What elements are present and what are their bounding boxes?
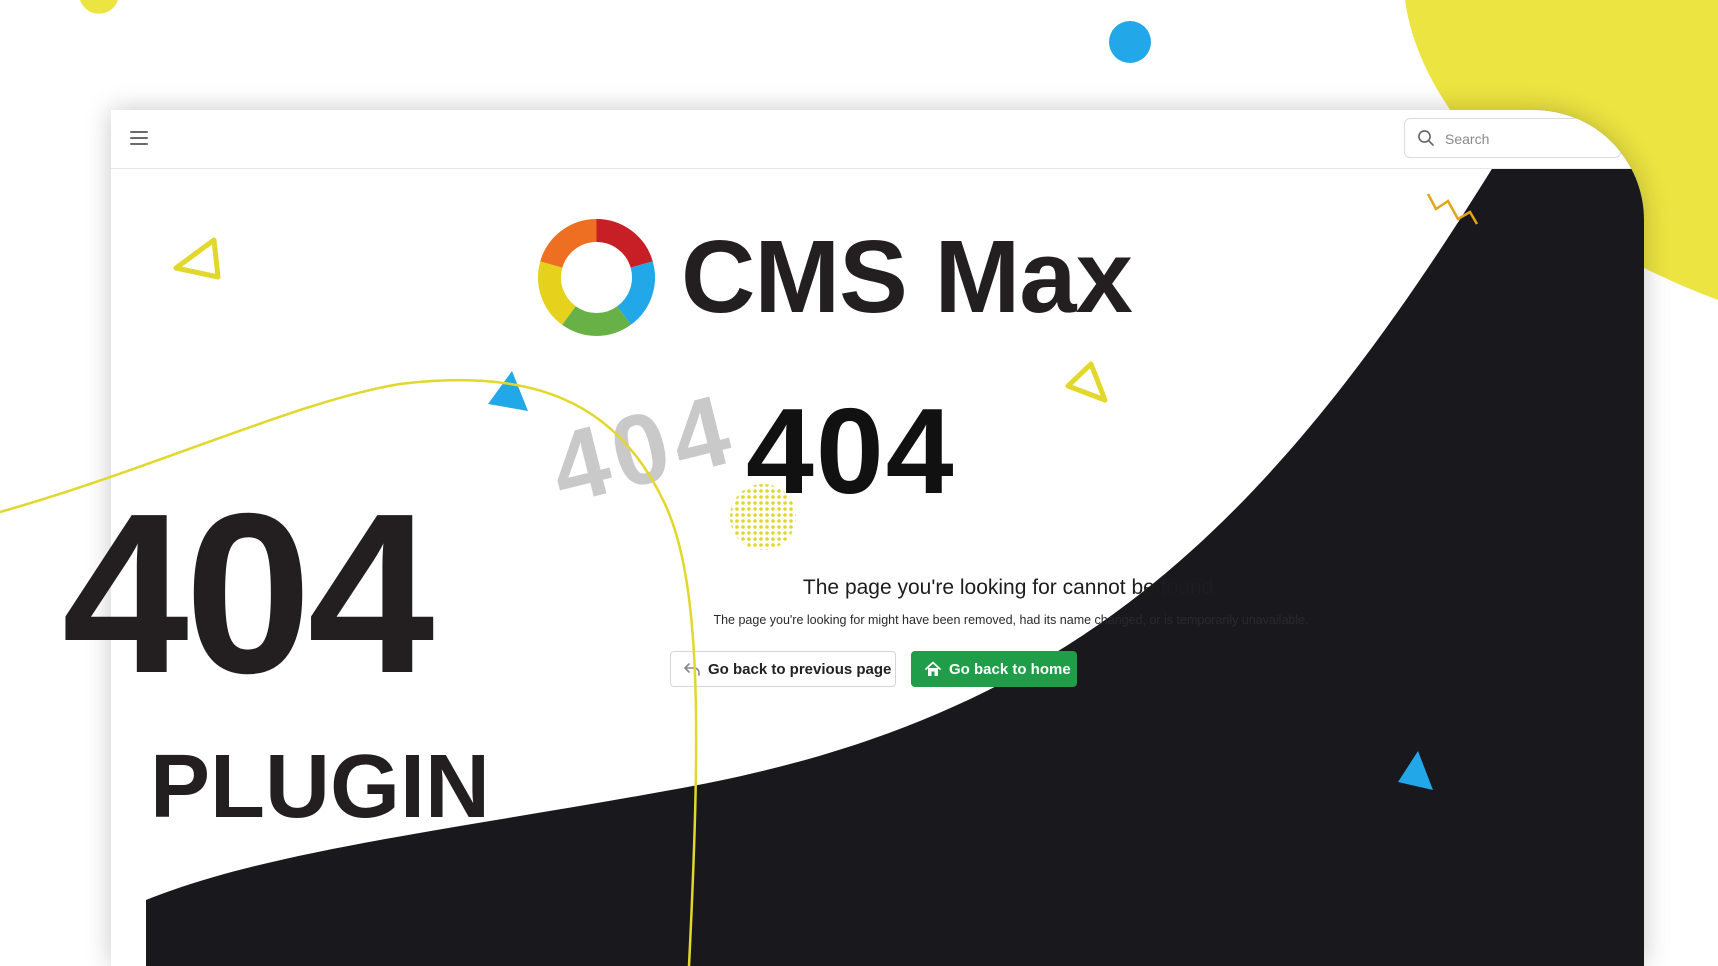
back-arrow-icon	[684, 663, 700, 676]
home-icon	[925, 661, 941, 676]
go-back-home-label: Go back to home	[949, 660, 1071, 678]
blue-triangle-small	[488, 371, 528, 411]
cms-max-logo	[538, 219, 655, 336]
blue-dot	[1109, 21, 1151, 63]
promo-404-text: 404	[62, 467, 434, 721]
error-headline: The page you're looking for cannot be fo…	[802, 576, 1220, 599]
go-back-previous-button[interactable]: Go back to previous page	[670, 651, 896, 687]
top-bar	[111, 110, 1644, 169]
menu-icon[interactable]	[128, 127, 150, 149]
go-back-previous-label: Go back to previous page	[708, 660, 892, 678]
yellow-outline-triangle-right	[1065, 361, 1108, 403]
error-code: 404	[746, 383, 956, 519]
go-back-home-button[interactable]: Go back to home	[911, 651, 1077, 687]
yellow-striped-dot	[80, 0, 118, 14]
promo-plugin-text: PLUGIN	[150, 737, 491, 837]
search-input[interactable]	[1443, 125, 1607, 153]
brand-name: CMS Max	[681, 219, 1133, 334]
error-description: The page you're looking for might have b…	[713, 613, 1309, 627]
search-icon	[1418, 130, 1434, 146]
yellow-outline-triangle-left	[173, 237, 221, 280]
search-box[interactable]	[1404, 118, 1621, 158]
